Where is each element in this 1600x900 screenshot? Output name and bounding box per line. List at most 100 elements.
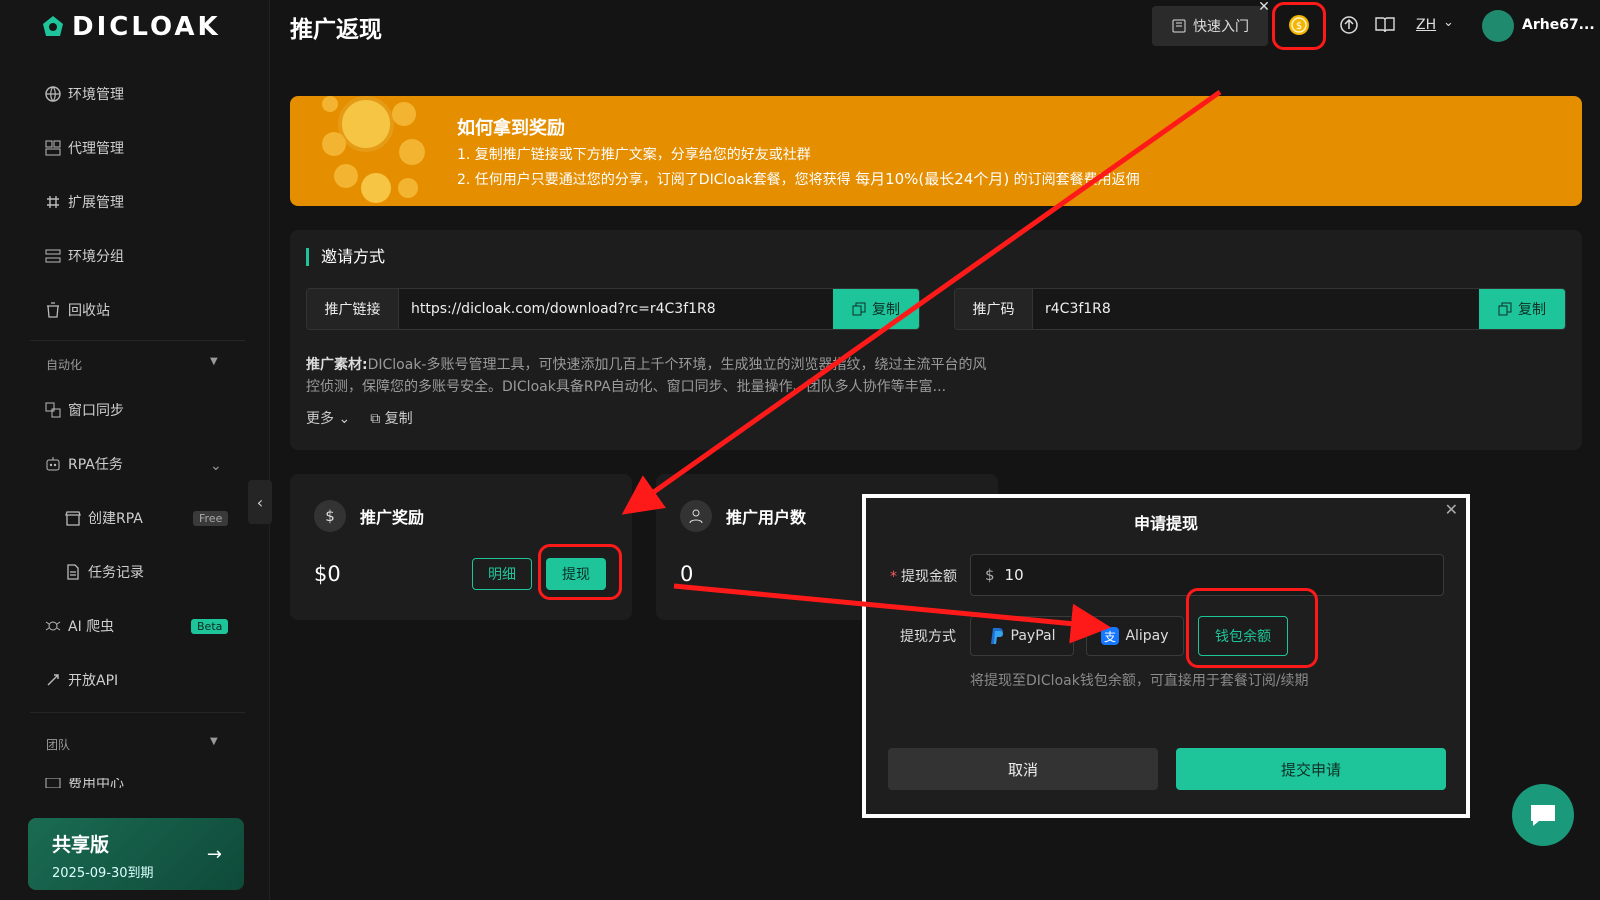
copy-icon: ⧉ (370, 411, 381, 427)
free-badge: Free (193, 510, 229, 526)
banner-title: 如何拿到奖励 (457, 118, 565, 139)
referral-link-label: 推广链接 (307, 289, 399, 329)
coins-illustration (322, 96, 425, 203)
alipay-icon: 支 (1101, 627, 1120, 645)
reward-value: $0 (314, 562, 341, 586)
trash-icon (47, 302, 59, 318)
referral-link-field: 推广链接 https://dicloak.com/download?rc=r4C… (306, 288, 920, 330)
close-icon[interactable]: ✕ (1445, 500, 1458, 519)
banner-step-2-prefix: 2. 任何用户只要通过您的分享，订阅了DICloak套餐，您将获得 (457, 172, 856, 188)
copy-material-label: 复制 (384, 411, 413, 427)
logo-icon (43, 16, 63, 36)
username[interactable]: Arhe67... (1522, 17, 1595, 33)
docs-book-icon[interactable] (1374, 14, 1396, 36)
section-title-team: 团队 (46, 738, 71, 752)
logo: DICLOAK (40, 12, 221, 42)
submit-button[interactable]: 提交申请 (1176, 748, 1446, 790)
users-value: 0 (680, 562, 694, 586)
upload-icon[interactable] (1338, 14, 1360, 36)
sidebar-item-open-api[interactable]: 开放API (44, 670, 118, 690)
invite-panel: 邀请方式 推广链接 https://dicloak.com/download?r… (290, 230, 1582, 450)
paypal-label: PayPal (1010, 628, 1056, 644)
app-root: DICLOAK 环境管理 代理管理 扩展管理 环境分组 回收站 自动化 ▼ 窗口… (0, 0, 1600, 900)
avatar[interactable] (1482, 10, 1514, 42)
sidebar-item-task-records[interactable]: 任务记录 (64, 562, 144, 582)
copy-link-button[interactable]: 复制 (833, 289, 919, 329)
sidebar-item-proxies[interactable]: 代理管理 (44, 138, 124, 158)
alipay-option[interactable]: 支 Alipay (1086, 616, 1184, 656)
amount-label: * 提现金额 (890, 566, 957, 586)
detail-button[interactable]: 明细 (472, 558, 532, 590)
close-icon[interactable]: ✕ (1256, 0, 1272, 16)
sidebar-item-label: AI 爬虫 (68, 619, 115, 635)
invite-title: 邀请方式 (306, 248, 385, 266)
banner-step-2-highlight: 每月10%(最长24个月) (855, 170, 1010, 188)
banner-step-1: 1. 复制推广链接或下方推广文案，分享给您的好友或社群 (457, 147, 811, 163)
proxy-icon (45, 140, 61, 156)
referral-code-label: 推广码 (955, 289, 1033, 329)
sidebar-item-extensions[interactable]: 扩展管理 (44, 192, 124, 212)
chevron-down-icon[interactable]: ⌄ (1443, 15, 1454, 30)
more-toggle[interactable]: 更多 ⌄ (306, 408, 350, 428)
copy-icon (1498, 302, 1512, 316)
beta-badge: Beta (191, 618, 229, 634)
collapse-sidebar-button[interactable]: ‹ (248, 480, 272, 524)
logo-text: DICLOAK (72, 12, 221, 42)
caret-down-icon[interactable]: ▼ (210, 736, 218, 747)
section-title-automation: 自动化 (46, 358, 83, 372)
language-selector[interactable]: ZH (1416, 17, 1436, 33)
copy-label: 复制 (1518, 302, 1546, 318)
banner-step-2-suffix: 的订阅套餐费用返佣 (1009, 172, 1140, 188)
referral-code-field: 推广码 r4C3f1R8 复制 (954, 288, 1566, 330)
caret-down-icon[interactable]: ▼ (210, 356, 218, 367)
plan-card[interactable]: 共享版 2025-09-30到期 → (28, 818, 244, 890)
arrow-right-icon: → (206, 844, 222, 865)
sidebar-item-label: 扩展管理 (68, 195, 124, 211)
sidebar-item-environments[interactable]: 环境管理 (44, 84, 124, 104)
copy-material-button[interactable]: ⧉ 复制 (370, 408, 412, 428)
cancel-button[interactable]: 取消 (888, 748, 1158, 790)
sidebar-item-label: 环境分组 (68, 249, 124, 265)
sidebar-item-groups[interactable]: 环境分组 (44, 246, 124, 266)
alipay-label: Alipay (1125, 628, 1169, 644)
quick-start-label: 快速入门 (1193, 19, 1249, 35)
dollar-icon: $ (314, 500, 346, 532)
api-icon (47, 674, 59, 686)
withdraw-dialog: 申请提现 ✕ * 提现金额 $ 10 提现方式 PayPal 支 Alipay 钱… (862, 494, 1470, 818)
sidebar-item-label: RPA任务 (68, 457, 123, 473)
sidebar-item-label: 任务记录 (88, 565, 144, 581)
chat-support-button[interactable] (1512, 784, 1574, 846)
book-icon (1172, 19, 1186, 33)
sidebar-item-ai-crawler[interactable]: AI 爬虫 Beta (44, 616, 234, 636)
referral-link-value[interactable]: https://dicloak.com/download?rc=r4C3f1R8 (399, 289, 833, 329)
sidebar-item-label: 代理管理 (68, 141, 124, 157)
promo-material-text: DICloak-多账号管理工具，可快速添加几百上千个环境，生成独立的浏览器指纹，… (306, 357, 987, 395)
sidebar-item-label: 费用中心 (68, 778, 124, 788)
sidebar-item-create-rpa[interactable]: 创建RPA Free (64, 508, 234, 528)
annotation-highlight-withdraw (538, 544, 622, 600)
paypal-option[interactable]: PayPal (970, 616, 1074, 656)
sidebar-item-billing[interactable]: 费用中心 (44, 778, 124, 788)
quick-start-button[interactable]: 快速入门 (1152, 6, 1268, 46)
withdraw-hint: 将提现至DICloak钱包余额，可直接用于套餐订阅/续期 (970, 673, 1309, 689)
plan-expiry: 2025-09-30到期 (52, 866, 154, 881)
copy-code-button[interactable]: 复制 (1479, 289, 1565, 329)
robot-icon (46, 457, 60, 471)
more-label: 更多 (306, 411, 334, 427)
referral-code-value[interactable]: r4C3f1R8 (1033, 289, 1479, 329)
annotation-highlight-coin (1272, 2, 1326, 50)
sidebar-item-label: 创建RPA (88, 511, 143, 527)
group-icon (45, 249, 61, 263)
chevron-down-icon: ⌄ (338, 411, 351, 427)
annotation-highlight-wallet (1186, 588, 1318, 668)
extension-icon (47, 196, 59, 208)
chevron-down-icon[interactable]: ⌄ (210, 458, 222, 474)
currency-symbol: $ (985, 566, 995, 584)
sidebar-item-rpa-tasks[interactable]: RPA任务 (44, 454, 123, 474)
sidebar-item-window-sync[interactable]: 窗口同步 (44, 400, 124, 420)
required-mark: * (890, 569, 897, 585)
copy-icon (852, 302, 866, 316)
chat-icon (1531, 805, 1555, 826)
sidebar-item-trash[interactable]: 回收站 (44, 300, 110, 320)
amount-label-text: 提现金额 (901, 569, 957, 585)
